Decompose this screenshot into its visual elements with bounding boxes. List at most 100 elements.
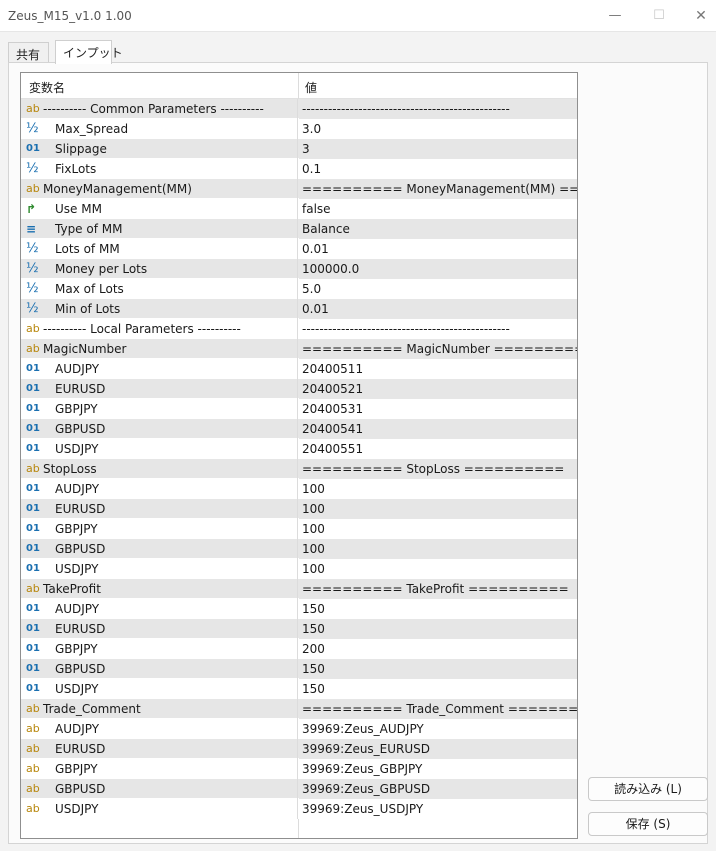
table-row[interactable]: ½ Max of Lots 5.0 <box>21 279 577 299</box>
row-name-cell: 01 GBPUSD <box>21 419 298 439</box>
row-value-cell[interactable]: ========== Trade_Comment ========== <box>299 699 577 719</box>
integer-type-icon: 01 <box>26 143 40 154</box>
row-value-cell[interactable]: 0.1 <box>299 159 577 179</box>
table-row[interactable]: 01 GBPUSD 150 <box>21 659 577 679</box>
row-name-cell: 01 EURUSD <box>21 379 298 399</box>
table-row[interactable]: 01 EURUSD 20400521 <box>21 379 577 399</box>
row-value-cell[interactable]: 150 <box>299 679 577 699</box>
close-icon[interactable]: ✕ <box>690 6 712 26</box>
table-row[interactable]: 01 GBPUSD 100 <box>21 539 577 559</box>
row-value-cell[interactable]: ========== MagicNumber ========== <box>299 339 577 359</box>
row-value-cell[interactable]: 20400511 <box>299 359 577 379</box>
table-row[interactable]: ab MagicNumber ========== MagicNumber ===… <box>21 339 577 359</box>
row-value-cell[interactable]: 0.01 <box>299 299 577 319</box>
table-row[interactable]: 01 USDJPY 20400551 <box>21 439 577 459</box>
table-row[interactable]: ab Trade_Comment ========== Trade_Comment… <box>21 699 577 719</box>
table-row[interactable]: 01 EURUSD 150 <box>21 619 577 639</box>
row-value-cell[interactable]: 100 <box>299 499 577 519</box>
table-row[interactable]: ½ Money per Lots 100000.0 <box>21 259 577 279</box>
row-value-cell[interactable]: 20400551 <box>299 439 577 459</box>
double-type-icon: ½ <box>26 241 39 256</box>
row-value-cell[interactable]: ========== TakeProfit ========== <box>299 579 577 599</box>
table-row[interactable]: 01 EURUSD 100 <box>21 499 577 519</box>
row-value-cell[interactable]: ========== StopLoss ========== <box>299 459 577 479</box>
table-row[interactable]: ab EURUSD 39969:Zeus_EURUSD <box>21 739 577 759</box>
row-value-cell[interactable]: 5.0 <box>299 279 577 299</box>
minimize-icon[interactable]: — <box>604 6 626 26</box>
row-name-label: Min of Lots <box>55 302 121 316</box>
table-row[interactable]: 01 USDJPY 100 <box>21 559 577 579</box>
table-row[interactable]: 01 Slippage 3 <box>21 139 577 159</box>
table-row[interactable]: 01 USDJPY 150 <box>21 679 577 699</box>
row-name-cell: 01 EURUSD <box>21 499 298 519</box>
row-value-cell[interactable]: Balance <box>299 219 577 239</box>
table-row[interactable]: ab USDJPY 39969:Zeus_USDJPY <box>21 799 577 819</box>
maximize-icon[interactable]: ☐ <box>648 6 670 26</box>
tab-common[interactable]: 共有 <box>8 42 49 62</box>
tab-inputs[interactable]: インプット <box>55 40 123 64</box>
row-value-cell[interactable]: 150 <box>299 619 577 639</box>
row-value-cell[interactable]: 200 <box>299 639 577 659</box>
table-row[interactable]: ab TakeProfit ========== TakeProfit =====… <box>21 579 577 599</box>
row-value-cell[interactable]: 39969:Zeus_USDJPY <box>299 799 577 819</box>
table-row[interactable]: 01 GBPUSD 20400541 <box>21 419 577 439</box>
row-name-label: Max_Spread <box>55 122 129 136</box>
title-bar: Zeus_M15_v1.0 1.00 — ☐ ✕ <box>0 0 716 32</box>
row-value-cell[interactable]: 100000.0 <box>299 259 577 279</box>
row-value-cell[interactable]: false <box>299 199 577 219</box>
table-row[interactable]: ½ FixLots 0.1 <box>21 159 577 179</box>
table-row[interactable]: ↱ Use MM false <box>21 199 577 219</box>
row-value-cell[interactable]: 100 <box>299 559 577 579</box>
row-value-cell[interactable]: 150 <box>299 599 577 619</box>
row-value-cell[interactable]: 39969:Zeus_GBPUSD <box>299 779 577 799</box>
column-header-name[interactable]: 変数名 <box>29 79 65 96</box>
row-value-cell[interactable]: 150 <box>299 659 577 679</box>
table-row[interactable]: 01 GBPJPY 100 <box>21 519 577 539</box>
row-value-cell[interactable]: 0.01 <box>299 239 577 259</box>
table-row[interactable]: 01 GBPJPY 200 <box>21 639 577 659</box>
column-divider[interactable] <box>298 73 299 99</box>
row-value-cell[interactable]: 39969:Zeus_EURUSD <box>299 739 577 759</box>
integer-type-icon: 01 <box>26 623 40 634</box>
row-value-cell[interactable]: 20400521 <box>299 379 577 399</box>
table-row[interactable]: ½ Max_Spread 3.0 <box>21 119 577 139</box>
row-value-cell[interactable]: 3 <box>299 139 577 159</box>
column-header-value[interactable]: 値 <box>305 79 317 96</box>
table-row[interactable]: ab GBPUSD 39969:Zeus_GBPUSD <box>21 779 577 799</box>
row-value-cell[interactable]: ----------------------------------------… <box>299 319 577 339</box>
table-row[interactable]: ab AUDJPY 39969:Zeus_AUDJPY <box>21 719 577 739</box>
row-name-cell: ab EURUSD <box>21 739 298 759</box>
row-name-cell: ab ---------- Local Parameters ---------- <box>21 319 298 339</box>
table-row[interactable]: ½ Min of Lots 0.01 <box>21 299 577 319</box>
row-value-cell[interactable]: 39969:Zeus_AUDJPY <box>299 719 577 739</box>
row-value-cell[interactable]: 100 <box>299 539 577 559</box>
row-name-label: Money per Lots <box>55 262 148 276</box>
save-button[interactable]: 保存 (S) <box>588 812 708 836</box>
table-row[interactable]: ab GBPJPY 39969:Zeus_GBPJPY <box>21 759 577 779</box>
table-row[interactable]: ab MoneyManagement(MM) ========== MoneyMa… <box>21 179 577 199</box>
table-row[interactable]: ab ---------- Common Parameters ---------… <box>21 99 577 119</box>
table-row[interactable]: 01 AUDJPY 100 <box>21 479 577 499</box>
row-value-cell[interactable]: 20400531 <box>299 399 577 419</box>
table-row[interactable]: ½ Lots of MM 0.01 <box>21 239 577 259</box>
integer-type-icon: 01 <box>26 403 40 414</box>
row-value-cell[interactable]: 100 <box>299 519 577 539</box>
row-value-cell[interactable]: 3.0 <box>299 119 577 139</box>
row-name-cell: 01 AUDJPY <box>21 599 298 619</box>
row-name-cell: ab USDJPY <box>21 799 298 819</box>
row-value-cell[interactable]: ========== MoneyManagement(MM) ====... <box>299 179 577 199</box>
row-value-cell[interactable]: 100 <box>299 479 577 499</box>
row-name-label: Max of Lots <box>55 282 124 296</box>
row-name-label: Lots of MM <box>55 242 120 256</box>
row-value-cell[interactable]: ----------------------------------------… <box>299 99 577 119</box>
table-row[interactable]: 01 AUDJPY 20400511 <box>21 359 577 379</box>
row-name-cell: 01 GBPJPY <box>21 639 298 659</box>
row-value-cell[interactable]: 39969:Zeus_GBPJPY <box>299 759 577 779</box>
row-value-cell[interactable]: 20400541 <box>299 419 577 439</box>
table-row[interactable]: ab StopLoss ========== StopLoss =========… <box>21 459 577 479</box>
table-row[interactable]: 01 AUDJPY 150 <box>21 599 577 619</box>
table-row[interactable]: ab ---------- Local Parameters ----------… <box>21 319 577 339</box>
table-row[interactable]: 01 GBPJPY 20400531 <box>21 399 577 419</box>
load-button[interactable]: 読み込み (L) <box>588 777 708 801</box>
table-row[interactable]: ≡ Type of MM Balance <box>21 219 577 239</box>
